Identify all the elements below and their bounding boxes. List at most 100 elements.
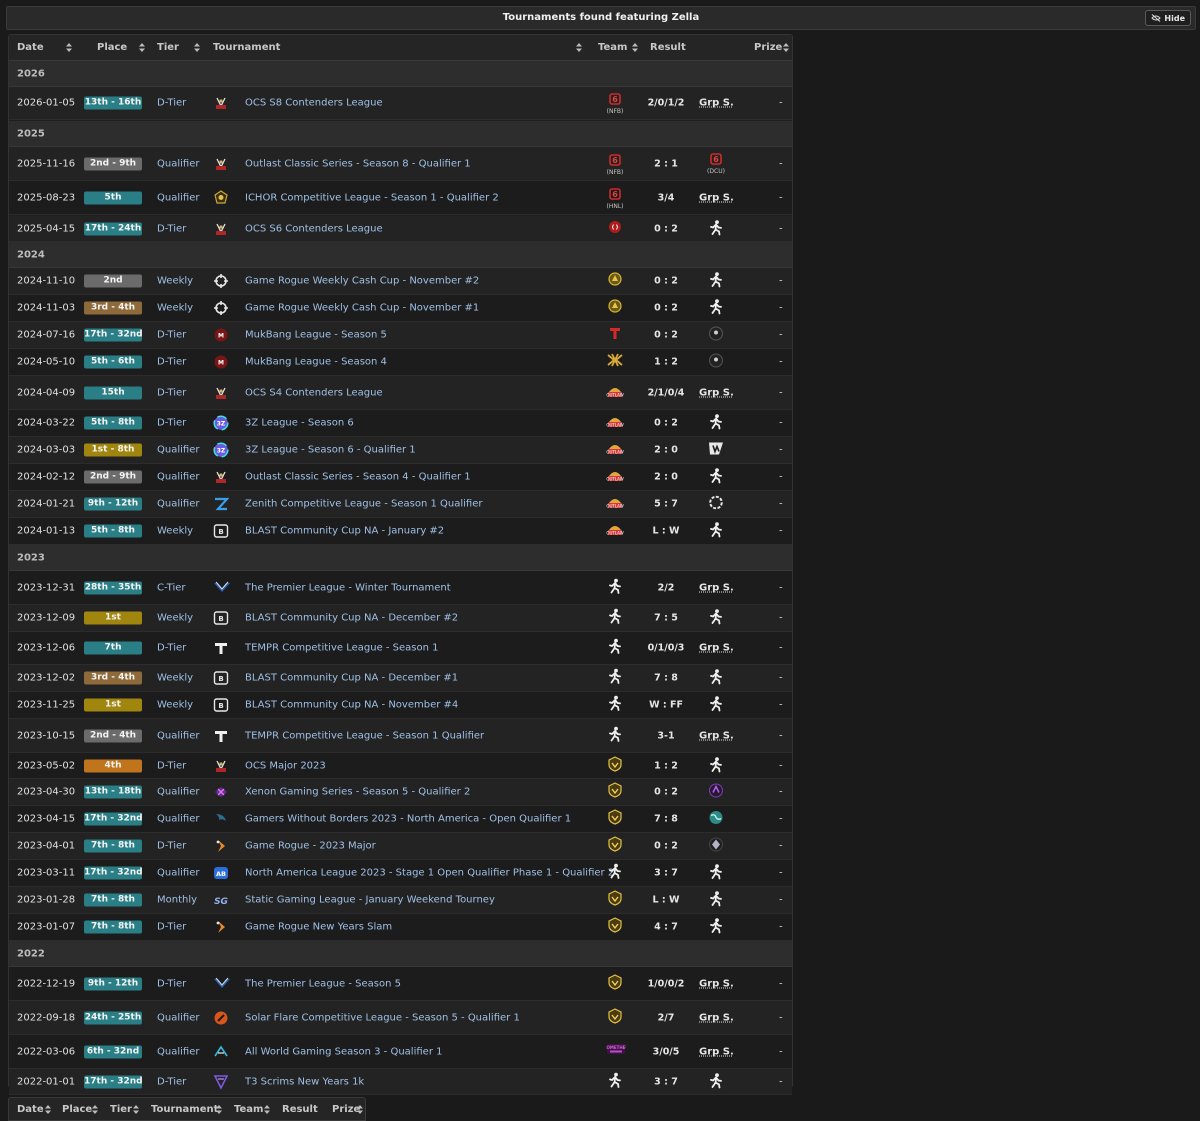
tier-link[interactable]: Qualifier [157, 1046, 199, 1057]
tournament-logo-icon[interactable] [213, 385, 229, 401]
opponent-logo-icon[interactable] [704, 522, 728, 541]
tier-link[interactable]: Qualifier [157, 814, 199, 825]
tournament-link[interactable]: All World Gaming Season 3 - Qualifier 1 [245, 1046, 442, 1057]
sort-icon[interactable] [576, 43, 582, 52]
opponent-logo-icon[interactable] [704, 783, 728, 802]
opponent-logo-icon[interactable] [704, 756, 728, 775]
tier-link[interactable]: Monthly [157, 895, 197, 906]
tournament-link[interactable]: BLAST Community Cup NA - December #2 [245, 613, 458, 624]
tournament-link[interactable]: Gamers Without Borders 2023 - North Amer… [245, 814, 571, 825]
tournament-link[interactable]: T3 Scrims New Years 1k [245, 1076, 364, 1087]
tournament-link[interactable]: Game Rogue Weekly Cash Cup - November #2 [245, 276, 479, 287]
tournament-link[interactable]: The Premier League - Season 5 [245, 978, 401, 989]
opponent-logo-icon[interactable] [704, 696, 728, 715]
tier-link[interactable]: D-Tier [157, 922, 186, 933]
opponent-logo-icon[interactable] [704, 837, 728, 856]
team-logo-icon[interactable] [606, 271, 624, 291]
tournament-logo-icon[interactable] [213, 1074, 229, 1090]
team-logo-icon[interactable]: OUTLAW [606, 413, 624, 433]
tournament-logo-icon[interactable] [213, 1010, 229, 1026]
team-logo-icon[interactable]: 6 (NFB) [606, 93, 624, 115]
tournament-logo-icon[interactable]: B [213, 697, 229, 713]
team-logo-icon[interactable] [606, 608, 624, 628]
team-logo-icon[interactable] [606, 298, 624, 318]
tournament-logo-icon[interactable] [213, 469, 229, 485]
tournament-link[interactable]: 3Z League - Season 6 - Qualifier 1 [245, 445, 416, 456]
tournament-link[interactable]: The Premier League - Winter Tournament [245, 582, 451, 593]
sort-icon[interactable] [45, 1105, 51, 1114]
tournament-link[interactable]: TEMPR Competitive League - Season 1 Qual… [245, 730, 484, 741]
team-logo-icon[interactable] [606, 726, 624, 746]
tournament-logo-icon[interactable]: B [213, 670, 229, 686]
tier-link[interactable]: Weekly [157, 673, 193, 684]
team-logo-icon[interactable] [606, 638, 624, 658]
team-logo-icon[interactable] [606, 836, 624, 856]
tier-link[interactable]: Qualifier [157, 787, 199, 798]
hide-button[interactable]: Hide [1145, 10, 1191, 26]
tournament-logo-icon[interactable] [213, 838, 229, 854]
opponent-logo-icon[interactable] [704, 891, 728, 910]
tournament-logo-icon[interactable]: 3Z [213, 415, 229, 431]
tournament-logo-icon[interactable] [213, 156, 229, 172]
opponent-logo-icon[interactable] [704, 495, 728, 514]
sort-icon[interactable] [133, 1105, 139, 1114]
opponent-logo-icon[interactable] [704, 609, 728, 628]
sort-icon[interactable] [66, 43, 72, 52]
column-header-tournament[interactable]: Tournament [213, 42, 280, 53]
tier-link[interactable]: Qualifier [157, 499, 199, 510]
sort-icon[interactable] [139, 43, 145, 52]
tournament-link[interactable]: Outlast Classic Series - Season 8 - Qual… [245, 158, 471, 169]
tournament-logo-icon[interactable]: B [213, 523, 229, 539]
sort-bar-team[interactable]: Team [234, 1104, 263, 1115]
tournament-logo-icon[interactable] [213, 811, 229, 827]
tournament-logo-icon[interactable] [213, 640, 229, 656]
tier-link[interactable]: Weekly [157, 526, 193, 537]
tournament-link[interactable]: North America League 2023 - Stage 1 Open… [245, 868, 614, 879]
tier-link[interactable]: D-Tier [157, 223, 186, 234]
tournament-logo-icon[interactable] [213, 1044, 229, 1060]
team-logo-icon[interactable]: OUTLAW [606, 467, 624, 487]
tournament-link[interactable]: BLAST Community Cup NA - November #4 [245, 700, 458, 711]
opponent-logo-icon[interactable] [704, 1072, 728, 1091]
tier-link[interactable]: Weekly [157, 276, 193, 287]
team-logo-icon[interactable] [606, 755, 624, 776]
sort-icon[interactable] [194, 43, 200, 52]
tournament-logo-icon[interactable]: AB [213, 865, 229, 881]
tournament-logo-icon[interactable] [213, 784, 229, 800]
tier-link[interactable]: D-Tier [157, 643, 186, 654]
tournament-link[interactable]: Solar Flare Competitive League - Season … [245, 1012, 520, 1023]
tier-link[interactable]: Qualifier [157, 445, 199, 456]
column-header-tier[interactable]: Tier [157, 42, 179, 53]
tournament-logo-icon[interactable] [213, 221, 229, 237]
tournament-link[interactable]: Outlast Classic Series - Season 4 - Qual… [245, 472, 471, 483]
tier-link[interactable]: Qualifier [157, 158, 199, 169]
opponent-logo-icon[interactable] [704, 810, 728, 829]
tournament-link[interactable]: Xenon Gaming Series - Season 5 - Qualifi… [245, 787, 470, 798]
tournament-logo-icon[interactable] [213, 273, 229, 289]
sort-bar-tier[interactable]: Tier [110, 1104, 132, 1115]
team-logo-icon[interactable] [606, 890, 624, 910]
team-logo-icon[interactable] [606, 782, 624, 802]
tournament-logo-icon[interactable] [213, 976, 230, 992]
team-logo-icon[interactable] [606, 668, 624, 688]
team-logo-icon[interactable] [606, 352, 624, 372]
tier-link[interactable]: Qualifier [157, 192, 199, 203]
tournament-logo-icon[interactable]: M [213, 327, 229, 343]
tier-link[interactable]: Weekly [157, 613, 193, 624]
tier-link[interactable]: D-Tier [157, 841, 186, 852]
opponent-logo-icon[interactable] [704, 272, 728, 291]
column-header-prize[interactable]: Prize [754, 42, 782, 53]
tournament-logo-icon[interactable]: M [213, 354, 229, 370]
tournament-link[interactable]: Static Gaming League - January Weekend T… [245, 895, 495, 906]
tier-link[interactable]: D-Tier [157, 978, 186, 989]
tournament-link[interactable]: BLAST Community Cup NA - January #2 [245, 526, 444, 537]
opponent-logo-icon[interactable] [704, 353, 728, 372]
opponent-logo-icon[interactable] [704, 219, 728, 238]
tournament-logo-icon[interactable] [213, 919, 229, 935]
team-logo-icon[interactable] [606, 1072, 624, 1092]
tier-link[interactable]: D-Tier [157, 357, 186, 368]
opponent-logo-icon[interactable]: 6 (DCU) [704, 152, 728, 175]
tier-link[interactable]: Qualifier [157, 868, 199, 879]
team-logo-icon[interactable] [606, 325, 624, 345]
tournament-link[interactable]: ICHOR Competitive League - Season 1 - Qu… [245, 192, 499, 203]
